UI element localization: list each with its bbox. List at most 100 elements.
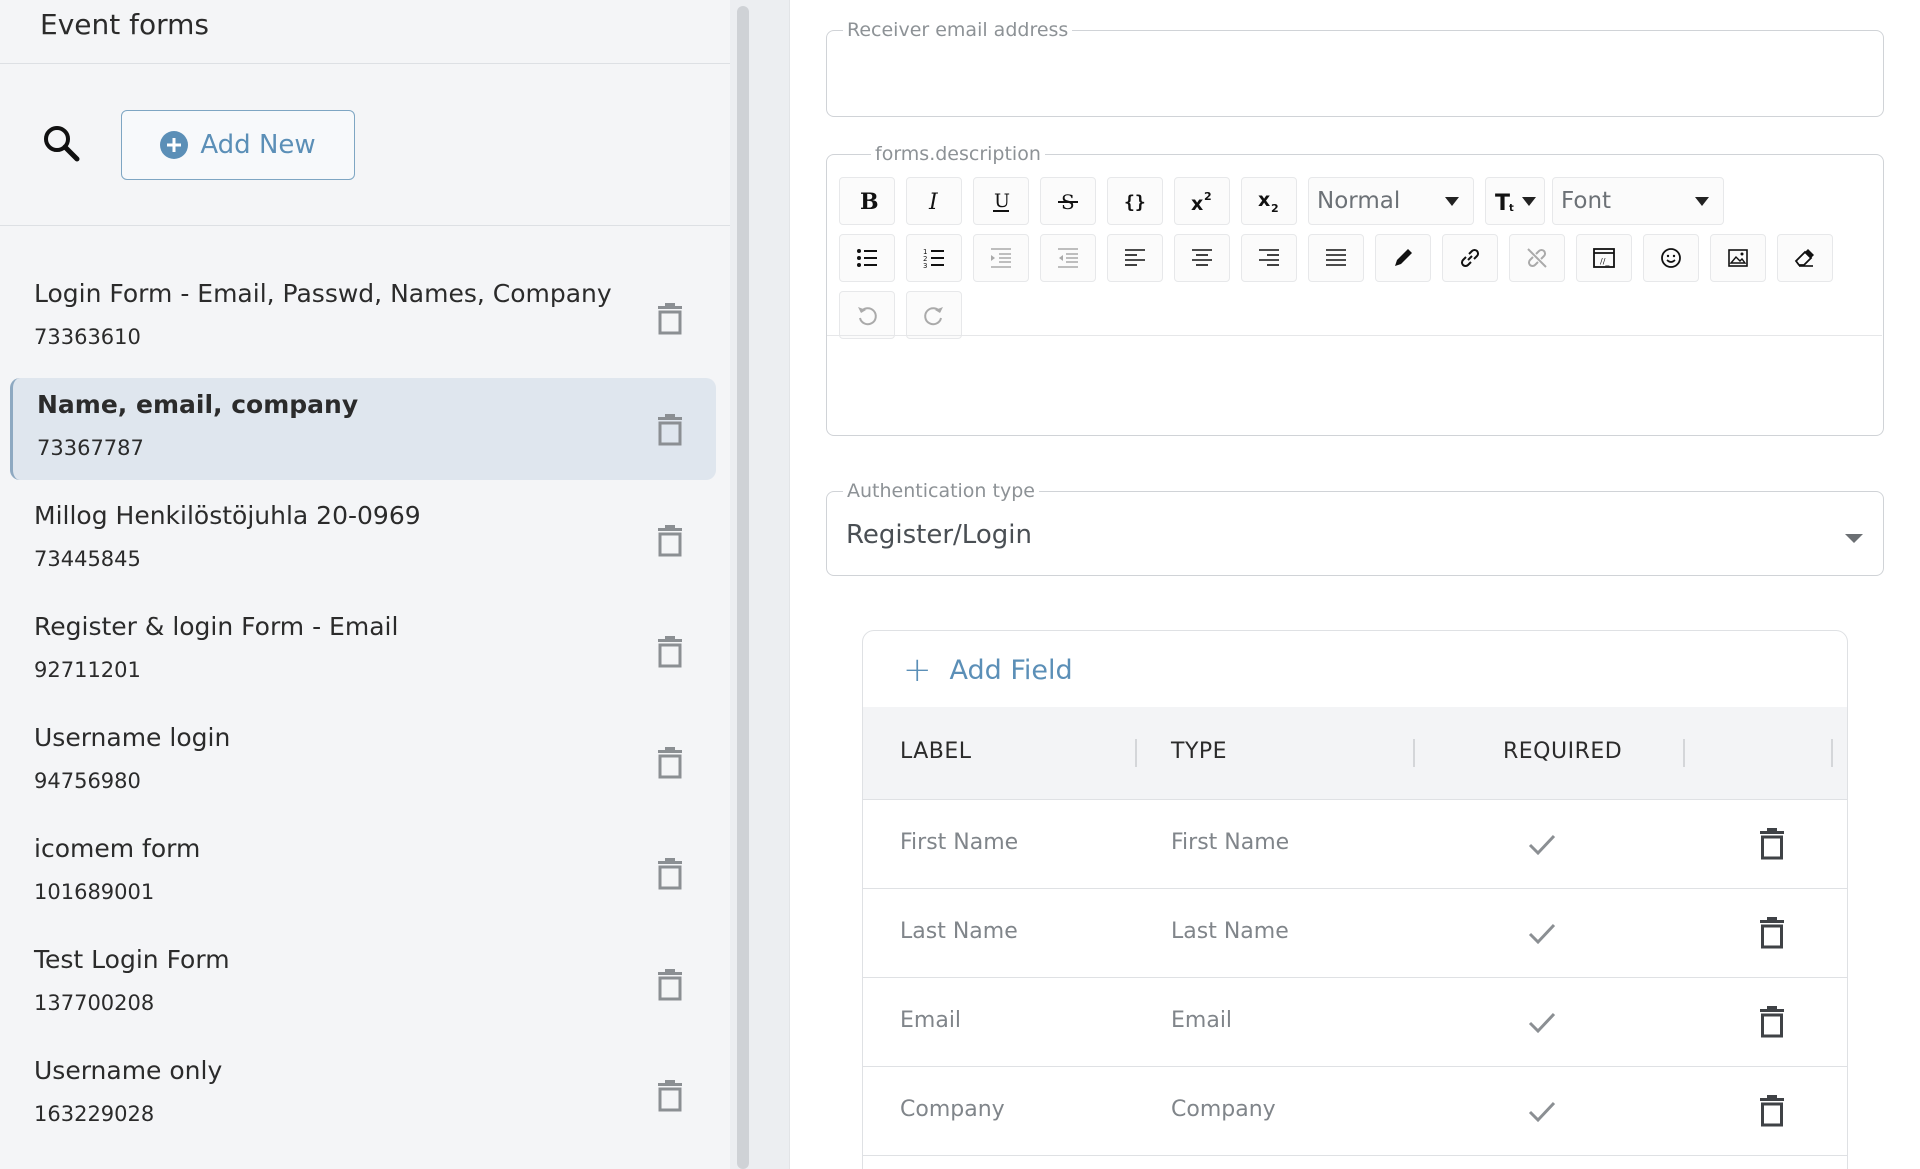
strikethrough-button[interactable]: S [1040, 177, 1096, 225]
unlink-button[interactable] [1509, 234, 1565, 282]
align-center-button[interactable] [1174, 234, 1230, 282]
embed-button[interactable]: //_ [1576, 234, 1632, 282]
add-field-label: Add Field [949, 654, 1073, 686]
svg-text:3: 3 [923, 262, 927, 270]
trash-icon[interactable] [656, 858, 684, 890]
column-separator[interactable] [1831, 739, 1833, 767]
column-header-required[interactable]: REQUIRED [1503, 739, 1622, 764]
trash-icon[interactable] [656, 303, 684, 335]
list-item[interactable]: Millog Henkilöstöjuhla 20-0969 73445845 [0, 489, 730, 600]
table-row[interactable]: Company Company [863, 1067, 1847, 1156]
code-braces-icon: {} [1124, 192, 1146, 213]
trash-icon[interactable] [1759, 1006, 1785, 1038]
receiver-email-label: Receiver email address [843, 19, 1073, 41]
font-family-select[interactable]: Font [1552, 177, 1724, 225]
svg-text://_: //_ [1600, 257, 1610, 266]
undo-button[interactable] [839, 291, 895, 339]
add-new-button[interactable]: Add New [121, 110, 355, 180]
subscript-icon: x2 [1258, 189, 1279, 213]
redo-button[interactable] [906, 291, 962, 339]
column-separator[interactable] [1683, 739, 1685, 767]
column-separator[interactable] [1135, 739, 1137, 767]
list-item[interactable]: Test Login Form 137700208 [0, 933, 730, 1044]
svg-text:U: U [994, 190, 1010, 212]
trash-icon[interactable] [656, 969, 684, 1001]
form-name: Millog Henkilöstöjuhla 20-0969 [34, 501, 421, 530]
image-icon [1728, 249, 1748, 267]
outdent-icon [1058, 248, 1078, 268]
strikethrough-icon: S [1058, 190, 1078, 213]
chevron-down-icon [1695, 197, 1709, 206]
svg-text:I: I [928, 190, 939, 213]
outdent-button[interactable] [1040, 234, 1096, 282]
authentication-type-select[interactable]: Authentication type Register/Login [826, 480, 1884, 576]
list-item[interactable]: Username only 163229028 [0, 1044, 730, 1155]
indent-button[interactable] [973, 234, 1029, 282]
align-left-button[interactable] [1107, 234, 1163, 282]
code-button[interactable]: {} [1107, 177, 1163, 225]
column-header-label[interactable]: LABEL [900, 739, 972, 764]
receiver-email-field[interactable]: Receiver email address [826, 19, 1884, 117]
underline-button[interactable]: U [973, 177, 1029, 225]
description-content-area[interactable] [827, 336, 1882, 434]
trash-icon[interactable] [656, 414, 684, 446]
block-format-select[interactable]: Normal [1308, 177, 1474, 225]
subscript-button[interactable]: x2 [1241, 177, 1297, 225]
check-icon [1528, 834, 1556, 856]
italic-icon: I [928, 190, 939, 213]
form-editor: Receiver email address forms.description… [790, 0, 1920, 1169]
justify-icon [1326, 249, 1346, 266]
list-item[interactable]: Username login 94756980 [0, 711, 730, 822]
add-field-button[interactable]: + Add Field [903, 653, 1073, 687]
bold-button[interactable]: B [839, 177, 895, 225]
text-size-icon: Tt [1495, 191, 1514, 213]
list-item[interactable]: Register & login Form - Email 92711201 [0, 600, 730, 711]
check-icon [1528, 1012, 1556, 1034]
justify-button[interactable] [1308, 234, 1364, 282]
trash-icon[interactable] [1759, 1095, 1785, 1127]
table-row[interactable]: Last Name Last Name [863, 889, 1847, 978]
chevron-down-icon [1845, 534, 1863, 543]
color-picker-button[interactable] [1375, 234, 1431, 282]
description-editor[interactable]: forms.description B I U S {} x2 x2 Norma… [826, 143, 1884, 436]
search-icon[interactable] [40, 122, 84, 166]
sidebar-scrollbar[interactable] [737, 6, 749, 1169]
trash-icon[interactable] [656, 1080, 684, 1112]
font-size-select[interactable]: Tt [1485, 177, 1545, 225]
italic-button[interactable]: I [906, 177, 962, 225]
form-id: 163229028 [34, 1102, 155, 1126]
form-name: icomem form [34, 834, 201, 863]
emoji-button[interactable] [1643, 234, 1699, 282]
column-separator[interactable] [1413, 739, 1415, 767]
bullet-list-icon [857, 249, 877, 267]
table-row[interactable]: First Name First Name [863, 800, 1847, 889]
description-label: forms.description [871, 143, 1045, 165]
trash-icon[interactable] [656, 747, 684, 779]
superscript-button[interactable]: x2 [1174, 177, 1230, 225]
trash-icon[interactable] [1759, 917, 1785, 949]
form-name: Login Form - Email, Passwd, Names, Compa… [34, 279, 612, 308]
link-button[interactable] [1442, 234, 1498, 282]
field-type-cell: Company [1171, 1097, 1276, 1122]
column-header-type[interactable]: TYPE [1171, 739, 1227, 764]
list-item[interactable]: icomem form 101689001 [0, 822, 730, 933]
clear-format-button[interactable] [1777, 234, 1833, 282]
svg-text:T: T [1495, 191, 1510, 213]
ordered-list-button[interactable]: 123 [906, 234, 962, 282]
align-right-button[interactable] [1241, 234, 1297, 282]
field-label-cell: Email [900, 1008, 962, 1033]
list-item-selected[interactable]: Name, email, company 73367787 [0, 378, 730, 489]
table-row[interactable]: Email Email [863, 978, 1847, 1067]
list-item[interactable]: Login Form - Email, Passwd, Names, Compa… [0, 267, 730, 378]
block-format-value: Normal [1317, 188, 1401, 214]
form-name: Username login [34, 723, 231, 752]
bullet-list-button[interactable] [839, 234, 895, 282]
trash-icon[interactable] [1759, 828, 1785, 860]
form-name: Register & login Form - Email [34, 612, 399, 641]
trash-icon[interactable] [656, 636, 684, 668]
link-icon [1460, 248, 1480, 268]
form-id: 92711201 [34, 658, 141, 682]
trash-icon[interactable] [656, 525, 684, 557]
image-button[interactable] [1710, 234, 1766, 282]
align-left-icon [1125, 249, 1145, 266]
